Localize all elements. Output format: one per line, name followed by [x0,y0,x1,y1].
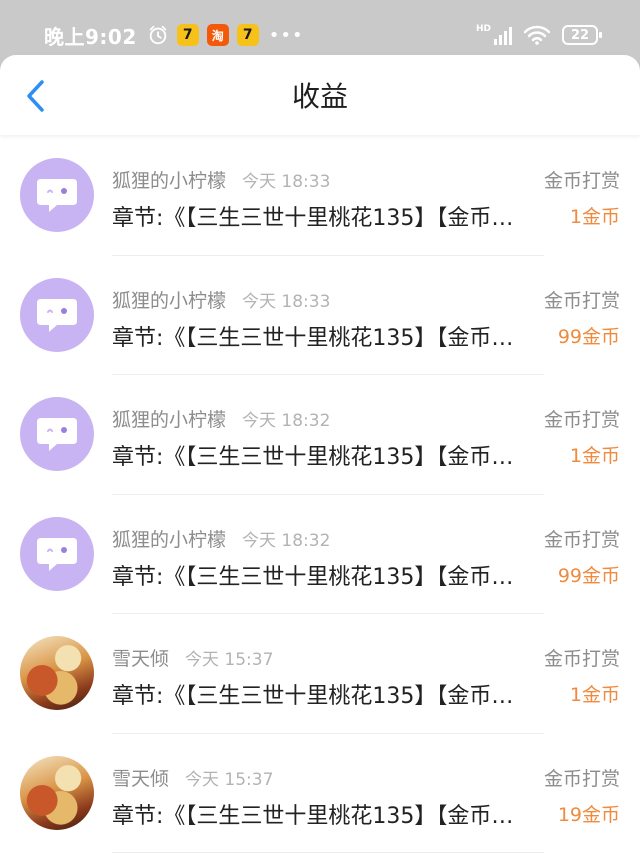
page-title: 收益 [291,80,348,113]
reward-type: 金币打赏 [543,767,620,790]
reward-amount: 99金币 [557,564,620,587]
reward-type: 金币打赏 [543,528,620,551]
reward-sender-name: 雪天倾 今天 15:37 [112,648,274,670]
reward-chapter: 章节:《【三生三世十里桃花135】【金币打赏】 [112,445,532,470]
reward-chapter: 章节:《【三生三世十里桃花135】【金币打赏】 [112,325,532,351]
avatar[interactable] [20,277,94,352]
avatar[interactable] [20,516,94,591]
reward-type: 金币打赏 [543,409,620,431]
chat-bubble-avatar-icon [37,179,77,212]
reward-chapter: 章节:《【三生三世十里桃花135】【金币打赏】 [112,564,532,590]
nav-bar: 收益 [0,55,640,135]
wifi-icon [524,25,550,45]
reward-list-item[interactable]: 狐狸的小柠檬 今天 18:33 金币打赏 章节:《【三生三世十里桃花135】【金币… [0,136,640,256]
reward-list-item[interactable]: 雪天倾 今天 15:37 金币打赏 章节:《【三生三世十里桃花135】【金币打赏】… [0,614,640,734]
reward-sender-name: 狐狸的小柠檬 今天 18:33 [112,170,331,192]
game-app-icon: 7 [236,24,259,46]
battery-level: 22 [570,27,590,43]
avatar[interactable] [20,397,94,471]
reward-type: 金币打赏 [543,289,620,312]
avatar[interactable] [20,636,94,710]
reward-list-item[interactable]: 狐狸的小柠檬 今天 18:32 金币打赏 章节:《【三生三世十里桃花135】【金币… [0,375,640,495]
signal-icon: HD [476,25,512,45]
reward-list-item[interactable]: 狐狸的小柠檬 今天 18:32 金币打赏 章节:《【三生三世十里桃花135】【金币… [0,495,640,614]
status-notification-icons: 7 淘 7 [147,24,259,46]
reward-chapter: 章节:《【三生三世十里桃花135】【金币打赏】 [112,684,532,709]
chat-bubble-avatar-icon [37,537,77,571]
reward-time: 今天 15:37 [185,650,274,670]
avatar[interactable] [20,755,94,830]
status-system-icons: HD 22 [476,25,602,45]
reward-amount: 19金币 [557,803,620,826]
reward-amount: 1金币 [569,684,620,706]
alarm-icon [149,25,166,45]
reward-list: 狐狸的小柠檬 今天 18:33 金币打赏 章节:《【三生三世十里桃花135】【金币… [0,136,640,853]
reward-amount: 99金币 [557,325,620,348]
game-app-icon: 7 [176,24,199,46]
reward-chapter: 章节:《【三生三世十里桃花135】【金币打赏】 [112,206,532,231]
back-button[interactable] [18,79,52,113]
reward-list-item[interactable]: 雪天倾 今天 15:37 金币打赏 章节:《【三生三世十里桃花135】【金币打赏】… [0,734,640,853]
reward-time: 今天 18:33 [242,172,331,192]
chat-bubble-avatar-icon [37,418,77,451]
reward-time: 今天 18:33 [242,291,331,312]
reward-sender-name: 狐狸的小柠檬 今天 18:32 [112,528,331,551]
reward-sender-name: 狐狸的小柠檬 今天 18:32 [112,409,331,431]
reward-amount: 1金币 [569,206,620,228]
battery-icon: 22 [562,25,602,45]
status-time: 晚上9:02 [44,24,137,49]
divider [112,852,544,853]
reward-chapter: 章节:《【三生三世十里桃花135】【金币打赏】 [112,803,532,829]
avatar[interactable] [20,158,94,232]
reward-sender-name: 雪天倾 今天 15:37 [112,767,274,790]
reward-sender-name: 狐狸的小柠檬 今天 18:33 [112,289,331,312]
more-dots-icon: ••• [268,24,304,46]
reward-amount: 1金币 [569,445,620,467]
reward-list-item[interactable]: 狐狸的小柠檬 今天 18:33 金币打赏 章节:《【三生三世十里桃花135】【金币… [0,256,640,375]
reward-type: 金币打赏 [543,648,620,670]
reward-type: 金币打赏 [543,170,620,192]
chevron-left-icon [27,80,44,112]
reward-time: 今天 18:32 [242,530,331,551]
reward-time: 今天 18:32 [242,411,331,431]
chat-bubble-avatar-icon [37,298,77,332]
reward-time: 今天 15:37 [185,769,274,790]
taobao-app-icon: 淘 [206,24,229,46]
